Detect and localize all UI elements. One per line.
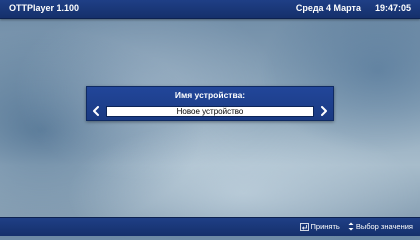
dialog-title: Имя устройства: [174,90,246,100]
bottom-hint-bar: Принять Выбор значения [0,217,420,236]
device-name-dialog: Имя устройства: Новое устройство [86,86,334,121]
date-text: Среда 4 Марта [295,3,361,13]
hint-accept: Принять [299,222,340,231]
hint-select-value: Выбор значения [348,222,413,231]
hint-accept-label: Принять [310,222,340,231]
enter-key-icon [299,222,309,231]
chevron-right-icon [321,106,327,116]
hint-select-value-label: Выбор значения [355,222,413,231]
chevron-left-icon [93,106,99,116]
next-value-button[interactable] [319,104,329,118]
app-title: OTTPlayer 1.100 [9,3,80,13]
top-status-bar: OTTPlayer 1.100 Среда 4 Марта 19:47:05 [0,0,420,19]
prev-value-button[interactable] [91,104,101,118]
device-name-field[interactable]: Новое устройство [106,106,314,117]
datetime: Среда 4 Марта 19:47:05 [296,3,411,13]
key-hints: Принять Выбор значения [292,222,413,231]
time-text: 19:47:05 [374,3,411,13]
up-down-arrows-icon [348,222,354,231]
